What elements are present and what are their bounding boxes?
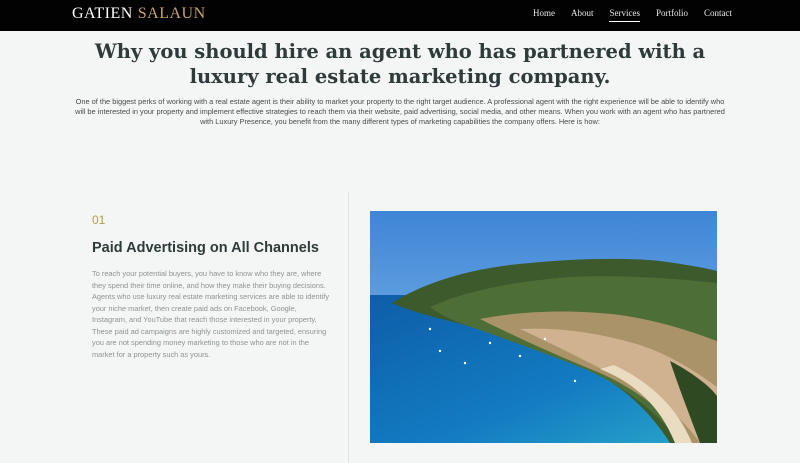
page-headline: Why you should hire an agent who has par… — [94, 40, 706, 88]
column-divider — [348, 192, 349, 463]
main-nav: Home About Services Portfolio Contact — [525, 0, 740, 31]
nav-link-services[interactable]: Services — [601, 0, 648, 31]
logo-last-name: SALAUN — [137, 5, 206, 22]
intro-paragraph: One of the biggest perks of working with… — [75, 97, 725, 126]
coastline-photo — [370, 211, 717, 443]
site-logo[interactable]: GATIEN SALAUN — [72, 4, 206, 24]
coastline-illustration — [370, 211, 717, 443]
section-title: Paid Advertising on All Channels — [92, 240, 319, 256]
nav-link-portfolio[interactable]: Portfolio — [648, 0, 696, 31]
nav-link-home[interactable]: Home — [525, 0, 563, 31]
logo-first-name: GATIEN — [72, 5, 133, 22]
top-navigation-bar: GATIEN SALAUN Home About Services Portfol… — [0, 0, 800, 31]
section-body: To reach your potential buyers, you have… — [92, 269, 330, 359]
nav-link-about[interactable]: About — [563, 0, 602, 31]
section-number: 01 — [92, 213, 106, 227]
nav-link-contact[interactable]: Contact — [696, 0, 740, 31]
